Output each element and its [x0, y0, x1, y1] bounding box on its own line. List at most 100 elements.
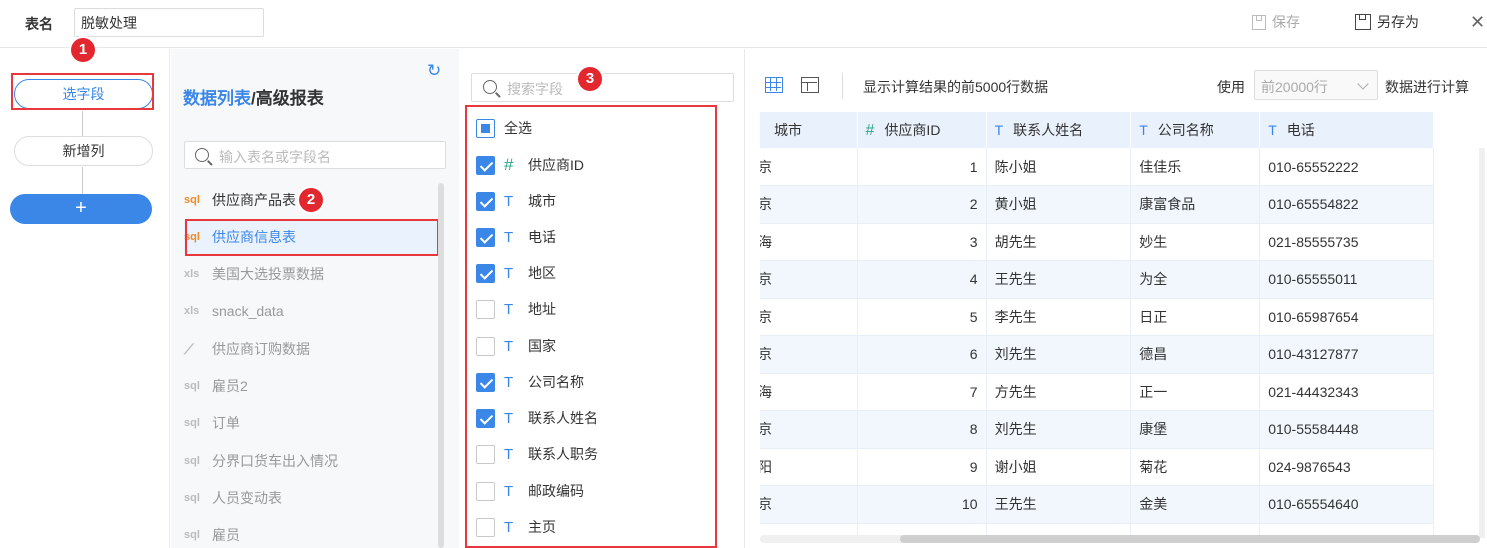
table-cell: 5: [857, 298, 987, 336]
layout-view-icon[interactable]: [801, 77, 819, 93]
table-cell: 为全: [1130, 260, 1261, 299]
horizontal-scrollbar[interactable]: [760, 535, 1480, 543]
checkbox[interactable]: [476, 481, 495, 501]
field-option[interactable]: T 主页: [476, 516, 556, 538]
column-header-company[interactable]: T 公司名称: [1130, 112, 1261, 148]
column-header-phone[interactable]: T 电话: [1259, 112, 1434, 148]
table-cell: 京: [760, 185, 858, 224]
table-item[interactable]: sql 订单: [184, 406, 438, 440]
checkbox[interactable]: [476, 408, 495, 428]
table-search-placeholder: 输入表名或字段名: [219, 149, 331, 165]
table-cell: 菊花: [1130, 448, 1261, 486]
close-icon[interactable]: ✕: [1470, 12, 1487, 32]
checkbox[interactable]: [476, 517, 495, 537]
field-option[interactable]: T 地址: [476, 298, 556, 320]
table-name-label: 表名: [25, 16, 53, 32]
add-step-button[interactable]: +: [10, 194, 152, 224]
table-cell: 010-65555011: [1259, 260, 1434, 299]
checkbox[interactable]: [476, 227, 495, 247]
table-item[interactable]: sql 人员变动表: [184, 481, 438, 515]
advanced-report-tab[interactable]: 高级报表: [256, 89, 324, 108]
table-cell: 024-9876543: [1259, 448, 1434, 486]
step-new-column[interactable]: 新增列: [14, 136, 153, 166]
table-cell: 阳: [760, 448, 858, 486]
table-cell: 佳佳乐: [1130, 148, 1261, 186]
field-option[interactable]: # 供应商ID: [476, 154, 584, 176]
data-list-tab[interactable]: 数据列表: [183, 89, 251, 108]
refresh-icon[interactable]: ↻: [427, 62, 445, 80]
table-cell: 京: [760, 410, 858, 449]
field-option[interactable]: T 国家: [476, 335, 556, 357]
table-item[interactable]: xls 美国大选投票数据: [184, 257, 438, 291]
top-bar: 表名 保存 另存为 ✕: [0, 0, 1487, 48]
field-search-input[interactable]: 搜索字段: [471, 73, 734, 102]
field-label: 公司名称: [528, 374, 584, 390]
checkbox[interactable]: [476, 118, 495, 138]
text-type-icon: T: [504, 300, 514, 318]
field-option[interactable]: T 邮政编码: [476, 480, 584, 502]
table-cell: 李先生: [986, 298, 1132, 336]
table-row: 京 2 黄小姐 康富食品 010-65554822: [760, 185, 1434, 224]
field-option[interactable]: T 电话: [476, 226, 556, 248]
table-row: 阳 9 谢小姐 菊花 024-9876543: [760, 448, 1434, 486]
number-type-icon: #: [865, 122, 875, 139]
data-list-title: 数据列表/高级报表: [183, 89, 324, 108]
table-item[interactable]: sql 分界口货车出入情况: [184, 444, 438, 478]
field-label: 联系人姓名: [528, 410, 598, 426]
table-cell: 京: [760, 148, 858, 186]
save-label: 保存: [1272, 14, 1300, 30]
save-icon: [1252, 14, 1266, 30]
table-view-icon[interactable]: [765, 77, 783, 93]
sql-icon: sql: [184, 455, 200, 467]
column-header-supplier-id[interactable]: # 供应商ID: [857, 112, 987, 148]
steps-panel: 选字段 新增列 +: [0, 49, 170, 548]
vertical-scrollbar[interactable]: [1479, 148, 1485, 538]
field-label: 国家: [528, 338, 556, 354]
table-cell: 10: [857, 485, 987, 524]
checkbox[interactable]: [476, 444, 495, 464]
column-header-contact-name[interactable]: T 联系人姓名: [986, 112, 1132, 148]
checkbox[interactable]: [476, 372, 495, 392]
table-item[interactable]: xls snack_data: [184, 294, 438, 328]
number-type-icon: #: [504, 155, 514, 174]
text-type-icon: T: [504, 337, 514, 355]
table-item[interactable]: sql 雇员: [184, 518, 438, 548]
field-panel: 搜索字段 全选 # 供应商ID T 城市 T 电话 T 地区 T 地址 T 国家 T 公司名称 T 联系人姓名…: [460, 49, 745, 548]
field-option[interactable]: T 联系人姓名: [476, 407, 598, 429]
table-item[interactable]: sql 雇员2: [184, 369, 438, 403]
field-option[interactable]: T 公司名称: [476, 371, 584, 393]
data-grid-wrapper: 城市 # 供应商ID T 联系人姓名 T 公司名称 T 电话 京 1 陈小姐 佳佳乐 010-6…: [760, 112, 1480, 542]
table-cell: 王先生: [986, 485, 1132, 524]
divider: [842, 73, 843, 99]
select-all-checkbox[interactable]: 全选: [476, 117, 532, 139]
field-option[interactable]: T 联系人职务: [476, 443, 598, 465]
table-cell: 谢小姐: [986, 448, 1132, 486]
scrollbar-thumb[interactable]: [900, 535, 1480, 543]
table-cell: 正一: [1130, 373, 1261, 411]
checkbox[interactable]: [476, 299, 495, 319]
checkbox[interactable]: [476, 336, 495, 356]
data-list-panel: 数据列表/高级报表 ↻ 输入表名或字段名 sql 供应商产品表 sql 供应商信…: [171, 49, 459, 548]
search-icon: [195, 148, 209, 162]
table-cell: 刘先生: [986, 410, 1132, 449]
table-cell: 京: [760, 485, 858, 524]
field-label: 城市: [528, 193, 556, 209]
list-scrollbar[interactable]: [438, 183, 444, 548]
save-button[interactable]: 保存: [1252, 12, 1300, 32]
save-as-button[interactable]: 另存为: [1355, 12, 1419, 32]
field-option[interactable]: T 地区: [476, 262, 556, 284]
table-cell: 陈小姐: [986, 148, 1132, 186]
checkbox[interactable]: [476, 191, 495, 211]
table-cell: 康富食品: [1130, 185, 1261, 224]
table-item[interactable]: ⟋ 供应商订购数据: [184, 332, 438, 366]
field-option[interactable]: T 城市: [476, 190, 556, 212]
annotation-badge-3: 3: [578, 67, 602, 91]
row-limit-value: 前20000行: [1261, 79, 1328, 95]
text-type-icon: T: [504, 482, 514, 500]
checkbox[interactable]: [476, 263, 495, 283]
table-search-input[interactable]: 输入表名或字段名: [184, 141, 446, 169]
checkbox[interactable]: [476, 155, 495, 175]
column-header-city[interactable]: 城市: [760, 112, 858, 148]
row-limit-select[interactable]: 前20000行: [1254, 70, 1378, 100]
table-name-input[interactable]: [74, 8, 264, 37]
